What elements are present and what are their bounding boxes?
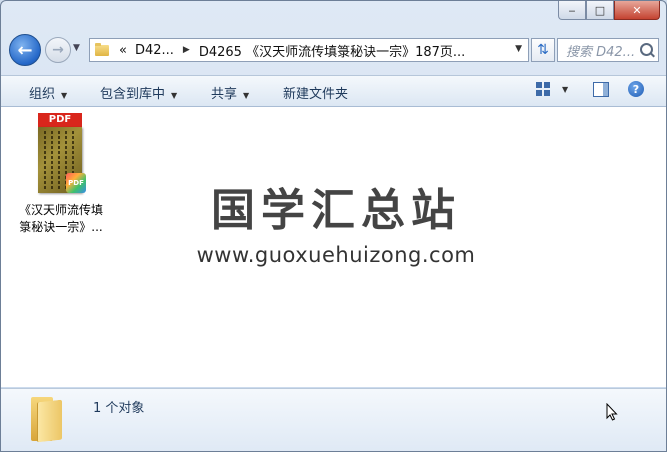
preview-pane-icon[interactable] (593, 82, 609, 97)
pdf-label: PDF (38, 113, 82, 127)
breadcrumb-item-current[interactable]: D4265 《汉天师流传填箓秘诀一宗》187页... (199, 41, 465, 60)
folder-icon (29, 397, 63, 443)
item-count: 1 个对象 (93, 401, 145, 416)
navigation-bar: ← → ▼ « D42... ▶ D4265 《汉天师流传填箓秘诀一宗》187页… (9, 34, 659, 66)
maximize-button[interactable]: □ (586, 1, 614, 20)
address-dropdown-icon[interactable]: ▼ (515, 44, 522, 54)
breadcrumb-overflow[interactable]: « (119, 43, 127, 58)
help-icon[interactable]: ? (628, 81, 644, 97)
watermark: 国学汇总站 www.guoxuehuizong.com (196, 185, 476, 267)
command-bar: 组织 ▼ 包含到库中 ▼ 共享 ▼ 新建文件夹 ▼ ? (1, 75, 666, 107)
details-pane: 1 个对象 (1, 388, 666, 451)
back-button[interactable]: ← (9, 34, 41, 66)
view-options-dropdown[interactable]: ▼ (562, 85, 568, 94)
pdf-file-icon: PDF PDF (36, 113, 86, 197)
include-in-library-menu[interactable]: 包含到库中 ▼ (100, 83, 177, 102)
forward-button[interactable]: → (45, 37, 71, 63)
caption-buttons: ‒ □ ✕ (558, 1, 660, 21)
new-folder-button[interactable]: 新建文件夹 (283, 83, 348, 102)
organize-menu[interactable]: 组织 ▼ (29, 83, 67, 102)
file-list-area[interactable]: PDF PDF 《汉天师流传填 箓秘诀一宗》... 国学汇总站 www.guox… (1, 107, 666, 387)
breadcrumb-separator-icon[interactable]: ▶ (183, 45, 190, 55)
close-button[interactable]: ✕ (614, 1, 660, 20)
watermark-url: www.guoxuehuizong.com (196, 243, 476, 267)
address-bar[interactable]: « D42... ▶ D4265 《汉天师流传填箓秘诀一宗》187页... ▼ (89, 38, 529, 62)
explorer-window: ‒ □ ✕ ← → ▼ « D42... ▶ D4265 《汉天师流传填箓秘诀一… (0, 0, 667, 452)
refresh-button[interactable]: ⇅ (531, 38, 555, 62)
search-icon[interactable] (640, 43, 653, 56)
minimize-button[interactable]: ‒ (558, 1, 586, 20)
breadcrumb-item-d42[interactable]: D42... (135, 43, 174, 58)
file-name: 《汉天师流传填 箓秘诀一宗》... (18, 203, 103, 234)
search-placeholder: 搜索 D42... (566, 44, 636, 60)
file-item[interactable]: PDF PDF 《汉天师流传填 箓秘诀一宗》... (11, 113, 111, 236)
folder-icon (95, 42, 109, 56)
search-input[interactable]: 搜索 D42... (557, 38, 659, 62)
watermark-logo: 国学汇总站 (211, 185, 461, 236)
share-menu[interactable]: 共享 ▼ (211, 83, 249, 102)
recent-pages-dropdown[interactable]: ▼ (73, 43, 83, 53)
pdf-reader-badge-icon: PDF (66, 173, 86, 193)
change-view-icon[interactable] (536, 82, 550, 96)
